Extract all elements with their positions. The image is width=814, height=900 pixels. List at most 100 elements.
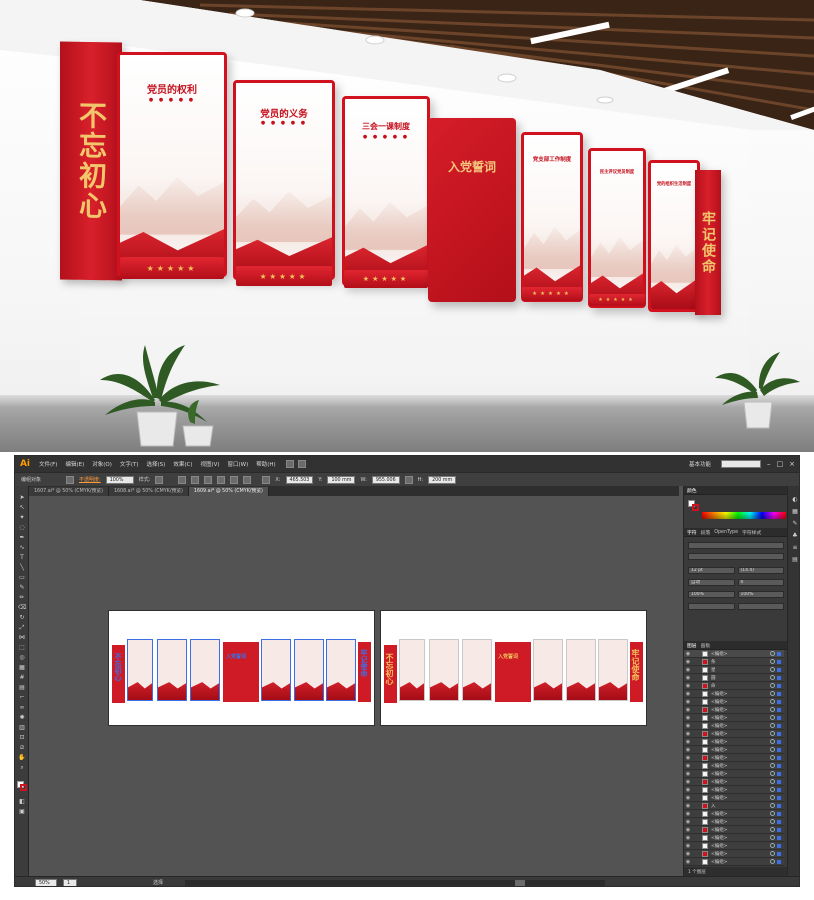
artboard-tool-icon[interactable]: ⊡	[18, 734, 26, 742]
leading-field[interactable]: (14.4)	[737, 566, 784, 574]
kerning-field[interactable]: 自动	[688, 578, 735, 586]
layer-name[interactable]: <编组>	[711, 699, 770, 705]
layer-name[interactable]: <编组>	[711, 859, 770, 865]
layer-row[interactable]: ◉ <编组>	[684, 722, 784, 730]
layer-selection-indicator[interactable]	[777, 707, 781, 712]
layer-name[interactable]: <编组>	[711, 707, 770, 713]
menu-file[interactable]: 文件(F)	[35, 460, 61, 468]
visibility-eye-icon[interactable]: ◉	[684, 699, 692, 705]
layer-target-icon[interactable]	[770, 755, 775, 760]
layer-selection-indicator[interactable]	[777, 723, 781, 728]
tab-layers[interactable]: 图层	[687, 642, 697, 649]
visibility-eye-icon[interactable]: ◉	[684, 747, 692, 753]
width-tool-icon[interactable]: ⋈	[18, 634, 26, 642]
layer-target-icon[interactable]	[770, 723, 775, 728]
y-field[interactable]: 100 mm	[327, 475, 356, 484]
layer-selection-indicator[interactable]	[777, 819, 781, 824]
layer-target-icon[interactable]	[770, 851, 775, 856]
layer-name[interactable]: <编组>	[711, 715, 770, 721]
horizontal-scrollbar[interactable]	[185, 880, 605, 886]
layer-row[interactable]: ◉ <编组>	[684, 706, 784, 714]
font-size-field[interactable]: 12 pt	[688, 566, 735, 574]
visibility-eye-icon[interactable]: ◉	[684, 763, 692, 769]
tab-character-styles[interactable]: 字符样式	[742, 529, 761, 536]
scale-tool-icon[interactable]: ⤢	[18, 624, 26, 632]
vertical-scale-field[interactable]: 100%	[688, 590, 735, 598]
layer-row[interactable]: ◉ 圆	[684, 674, 784, 682]
layer-target-icon[interactable]	[770, 699, 775, 704]
minimize-icon[interactable]: –	[767, 460, 771, 468]
layer-target-icon[interactable]	[770, 835, 775, 840]
tab-character[interactable]: 字符	[687, 529, 697, 536]
layer-selection-indicator[interactable]	[777, 675, 781, 680]
layer-selection-indicator[interactable]	[777, 755, 781, 760]
layer-row[interactable]: ◉ <编组>	[684, 730, 784, 738]
search-input[interactable]	[721, 460, 761, 468]
layer-row[interactable]: ◉ <编组>	[684, 762, 784, 770]
visibility-eye-icon[interactable]: ◉	[684, 859, 692, 865]
layer-target-icon[interactable]	[770, 795, 775, 800]
selection-tool-icon[interactable]: ➤	[18, 494, 26, 502]
visibility-eye-icon[interactable]: ◉	[684, 787, 692, 793]
visibility-eye-icon[interactable]: ◉	[684, 843, 692, 849]
visibility-eye-icon[interactable]: ◉	[684, 675, 692, 681]
horizontal-scale-field[interactable]: 100%	[737, 590, 784, 598]
layer-target-icon[interactable]	[770, 747, 775, 752]
layer-row[interactable]: ◉ <编组>	[684, 754, 784, 762]
layer-name[interactable]: <编组>	[711, 819, 770, 825]
layer-selection-indicator[interactable]	[777, 699, 781, 704]
menu-edit[interactable]: 编辑(E)	[61, 460, 88, 468]
type-tool-icon[interactable]: T	[18, 554, 26, 562]
width-field[interactable]: 955.006	[371, 475, 400, 484]
layer-row[interactable]: ◉ <编组>	[684, 818, 784, 826]
maximize-icon[interactable]: □	[777, 460, 784, 468]
artboard-left[interactable]: 不忘初心 入党誓词 牢记使命	[108, 610, 375, 726]
layer-target-icon[interactable]	[770, 739, 775, 744]
layer-name[interactable]: <编组>	[711, 827, 770, 833]
opacity-label[interactable]: 不透明度:	[79, 476, 101, 483]
stroke-swatch[interactable]	[66, 475, 75, 484]
align-middle-icon[interactable]	[230, 475, 239, 484]
layer-name[interactable]: <编组>	[711, 795, 770, 801]
visibility-eye-icon[interactable]: ◉	[684, 731, 692, 737]
layer-name[interactable]: <编组>	[711, 723, 770, 729]
layer-name[interactable]: <编组>	[711, 771, 770, 777]
visibility-eye-icon[interactable]: ◉	[684, 819, 692, 825]
layer-row[interactable]: ◉ <编组>	[684, 690, 784, 698]
layer-selection-indicator[interactable]	[777, 651, 781, 656]
layer-name[interactable]: 星	[711, 667, 770, 673]
arrange-documents-icon[interactable]	[297, 460, 306, 468]
visibility-eye-icon[interactable]: ◉	[684, 755, 692, 761]
align-right-icon[interactable]	[204, 475, 213, 484]
layer-row[interactable]: ◉ <编组>	[684, 746, 784, 754]
layer-selection-indicator[interactable]	[777, 811, 781, 816]
eyedropper-tool-icon[interactable]: ⌐	[18, 694, 26, 702]
layer-selection-indicator[interactable]	[777, 667, 781, 672]
rotation-field[interactable]	[737, 602, 784, 610]
layer-target-icon[interactable]	[770, 651, 775, 656]
color-spectrum[interactable]	[702, 512, 786, 519]
layer-name[interactable]: <编组>	[711, 843, 770, 849]
artboard-number-field[interactable]: 1	[63, 878, 77, 886]
layer-row[interactable]: ◉ <编组>	[684, 858, 784, 866]
menu-help[interactable]: 帮助(H)	[252, 460, 279, 468]
align-center-icon[interactable]	[191, 475, 200, 484]
layer-target-icon[interactable]	[770, 667, 775, 672]
layer-name[interactable]: <编组>	[711, 763, 770, 769]
layer-name[interactable]: <编组>	[711, 739, 770, 745]
visibility-eye-icon[interactable]: ◉	[684, 779, 692, 785]
tab-1608[interactable]: 1608.ai* @ 50% (CMYK/预览)	[108, 487, 189, 496]
magic-wand-tool-icon[interactable]: ✦	[18, 514, 26, 522]
layer-row[interactable]: ◉ <编组>	[684, 698, 784, 706]
layer-target-icon[interactable]	[770, 715, 775, 720]
layer-name[interactable]: 圆	[711, 675, 770, 681]
font-style-field[interactable]	[688, 552, 784, 560]
visibility-eye-icon[interactable]: ◉	[684, 707, 692, 713]
layer-selection-indicator[interactable]	[777, 731, 781, 736]
height-field[interactable]: 200 mm	[428, 475, 457, 484]
layer-row[interactable]: ◉ <编组>	[684, 778, 784, 786]
layer-selection-indicator[interactable]	[777, 659, 781, 664]
layer-target-icon[interactable]	[770, 827, 775, 832]
blend-tool-icon[interactable]: ∞	[18, 704, 26, 712]
stroke-panel-icon[interactable]: ≡	[791, 544, 799, 552]
